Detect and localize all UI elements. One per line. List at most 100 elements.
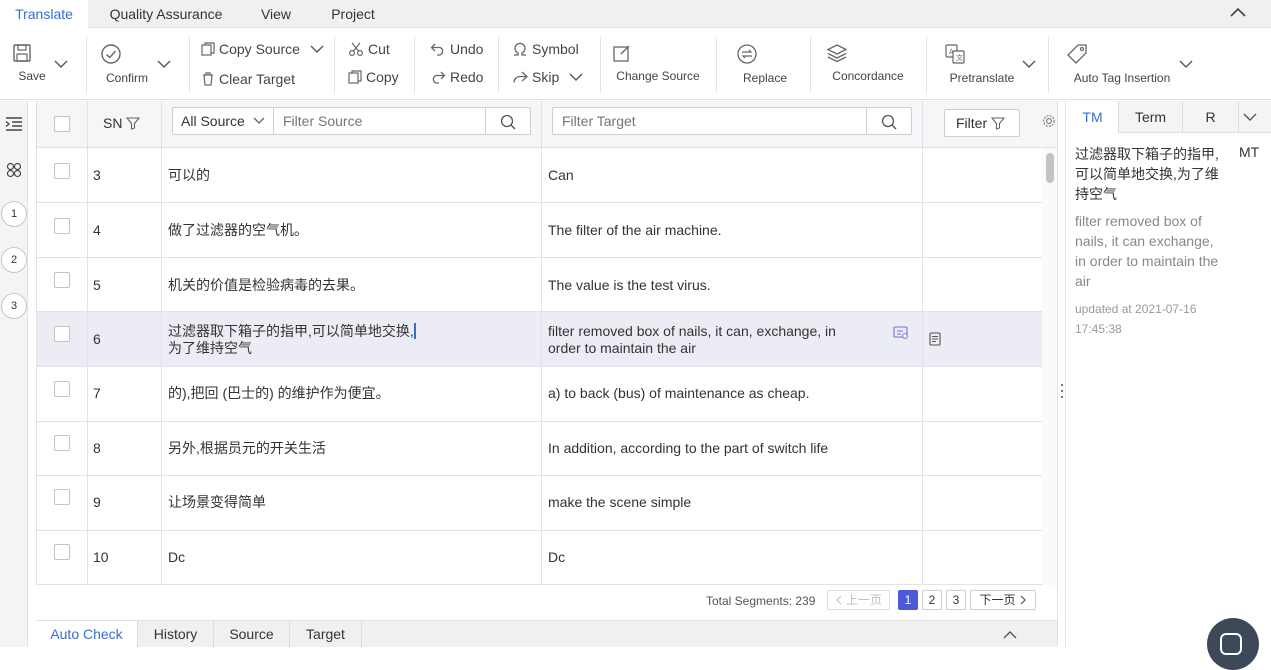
tab-history[interactable]: History — [138, 621, 214, 648]
table-row[interactable]: 3 可以的 Can — [37, 148, 1042, 203]
row-target-line-2[interactable]: order to maintain the air — [548, 340, 696, 357]
confirm-button[interactable]: Confirm — [100, 43, 154, 85]
concordance-button[interactable]: Concordance — [826, 43, 910, 83]
chat-fab-button[interactable] — [1207, 618, 1259, 670]
step-3-button[interactable]: 3 — [1, 293, 27, 319]
chevron-down-icon[interactable] — [1179, 59, 1193, 69]
replace-button[interactable]: Replace — [736, 43, 794, 85]
table-row[interactable]: 5 机关的价值是检验病毒的去果。 The value is the test v… — [37, 258, 1042, 312]
undo-button[interactable]: Undo — [430, 41, 483, 57]
note-icon[interactable] — [929, 332, 941, 346]
row-source-line-1[interactable]: 过滤器取下箱子的指甲,可以简单地交换, — [168, 323, 414, 340]
row-target[interactable]: a) to back (bus) of maintenance as cheap… — [548, 385, 809, 402]
tab-target[interactable]: Target — [290, 621, 362, 648]
row-checkbox[interactable] — [54, 435, 70, 451]
row-target[interactable]: In addition, according to the part of sw… — [548, 440, 828, 457]
row-source[interactable]: 让场景变得简单 — [168, 494, 266, 511]
chevron-up-icon[interactable] — [1229, 5, 1247, 19]
table-row-selected[interactable]: 6 过滤器取下箱子的指甲,可以简单地交换, 为了维持空气 filter remo… — [37, 312, 1042, 367]
target-search-button[interactable] — [866, 108, 911, 134]
tab-source[interactable]: Source — [214, 621, 290, 648]
chevron-down-icon[interactable] — [569, 72, 583, 82]
row-source[interactable]: 机关的价值是检验病毒的去果。 — [168, 277, 364, 294]
select-all-checkbox[interactable] — [54, 116, 70, 132]
copy-source-button[interactable]: Copy Source — [201, 41, 324, 57]
row-target[interactable]: The filter of the air machine. — [548, 222, 722, 239]
tab-r[interactable]: R — [1183, 101, 1239, 133]
tab-view[interactable]: View — [250, 0, 302, 28]
row-source[interactable]: Dc — [168, 549, 185, 566]
save-button[interactable]: Save — [12, 43, 52, 83]
row-source[interactable]: 另外,根据员元的开关生活 — [168, 440, 326, 457]
filter-icon[interactable] — [126, 116, 141, 130]
tm-target-text[interactable]: filter removed box of nails, it can exch… — [1075, 211, 1225, 291]
cut-button[interactable]: Cut — [348, 41, 390, 57]
filter-button[interactable]: Filter — [944, 109, 1020, 137]
row-checkbox[interactable] — [54, 326, 70, 342]
row-target[interactable]: Can — [548, 167, 574, 184]
row-checkbox[interactable] — [54, 544, 70, 560]
chevron-down-icon[interactable] — [157, 59, 171, 69]
chevron-down-icon[interactable] — [310, 44, 324, 54]
row-target[interactable]: make the scene simple — [548, 494, 691, 511]
mt-suggestion-icon[interactable] — [893, 326, 909, 340]
chevron-up-icon[interactable] — [1003, 630, 1017, 640]
symbol-button[interactable]: Symbol — [512, 41, 579, 57]
toolbar: Save Confirm Copy Source Clear Target Cu… — [0, 29, 1271, 100]
redo-button[interactable]: Redo — [430, 69, 483, 85]
page-1-button[interactable]: 1 — [898, 590, 918, 610]
step-2-button[interactable]: 2 — [1, 247, 27, 273]
next-page-button[interactable]: 下一页 — [970, 590, 1036, 610]
row-target-line-1[interactable]: filter removed box of nails, it can, exc… — [548, 323, 836, 340]
row-source[interactable]: 做了过滤器的空气机。 — [168, 222, 308, 239]
chevron-down-icon[interactable] — [1243, 112, 1257, 122]
panel-splitter[interactable] — [1057, 101, 1066, 647]
tab-tm[interactable]: TM — [1067, 101, 1119, 133]
chevron-down-icon[interactable] — [1022, 59, 1036, 69]
tab-project[interactable]: Project — [322, 0, 384, 28]
row-checkbox[interactable] — [54, 489, 70, 505]
skip-button[interactable]: Skip — [512, 69, 583, 85]
chevron-down-icon[interactable] — [54, 59, 68, 69]
target-filter-input[interactable] — [553, 108, 866, 134]
row-target[interactable]: The value is the test virus. — [548, 277, 711, 294]
pretranslate-button[interactable]: A文 Pretranslate — [944, 43, 1020, 85]
page-2-button[interactable]: 2 — [922, 590, 942, 610]
concordance-label: Concordance — [832, 69, 904, 83]
gear-icon[interactable] — [1042, 114, 1056, 128]
row-source-line-2[interactable]: 为了维持空气 — [168, 340, 252, 357]
row-source[interactable]: 可以的 — [168, 167, 210, 184]
table-row[interactable]: 10 Dc Dc — [37, 531, 1042, 585]
source-filter-input[interactable] — [275, 108, 485, 134]
table-row[interactable]: 8 另外,根据员元的开关生活 In addition, according to… — [37, 422, 1042, 476]
source-search-button[interactable] — [485, 108, 530, 134]
clear-target-button[interactable]: Clear Target — [201, 71, 295, 87]
grid-scrollbar[interactable] — [1042, 148, 1058, 585]
row-checkbox[interactable] — [54, 381, 70, 397]
tab-translate[interactable]: Translate — [0, 0, 88, 29]
change-source-button[interactable]: Change Source — [612, 43, 704, 83]
sn-header[interactable]: SN — [103, 115, 141, 131]
tm-source-text[interactable]: 过滤器取下箱子的指甲,可以简单地交换,为了维持空气 — [1075, 144, 1225, 204]
tab-term[interactable]: Term — [1119, 101, 1183, 133]
auto-tag-insertion-button[interactable]: Auto Tag Insertion — [1066, 43, 1178, 85]
scrollbar-thumb[interactable] — [1046, 153, 1054, 183]
tab-auto-check[interactable]: Auto Check — [36, 621, 138, 648]
row-checkbox[interactable] — [54, 163, 70, 179]
row-checkbox[interactable] — [54, 272, 70, 288]
table-row[interactable]: 9 让场景变得简单 make the scene simple — [37, 476, 1042, 531]
prev-page-button[interactable]: 上一页 — [827, 590, 890, 610]
table-row[interactable]: 7 的),把回 (巴士的) 的维护作为便宜。 a) to back (bus) … — [37, 367, 1042, 422]
tab-quality-assurance[interactable]: Quality Assurance — [96, 0, 236, 28]
page-3-button[interactable]: 3 — [946, 590, 966, 610]
trash-icon — [201, 72, 215, 86]
table-row[interactable]: 4 做了过滤器的空气机。 The filter of the air machi… — [37, 203, 1042, 258]
outline-list-icon[interactable] — [5, 116, 23, 132]
row-checkbox[interactable] — [54, 218, 70, 234]
row-source[interactable]: 的),把回 (巴士的) 的维护作为便宜。 — [168, 385, 390, 402]
copy-button[interactable]: Copy — [348, 69, 399, 85]
row-target[interactable]: Dc — [548, 549, 565, 566]
source-filter-select[interactable]: All Source — [173, 108, 274, 134]
step-1-button[interactable]: 1 — [1, 201, 27, 227]
flower-icon[interactable] — [5, 161, 23, 179]
